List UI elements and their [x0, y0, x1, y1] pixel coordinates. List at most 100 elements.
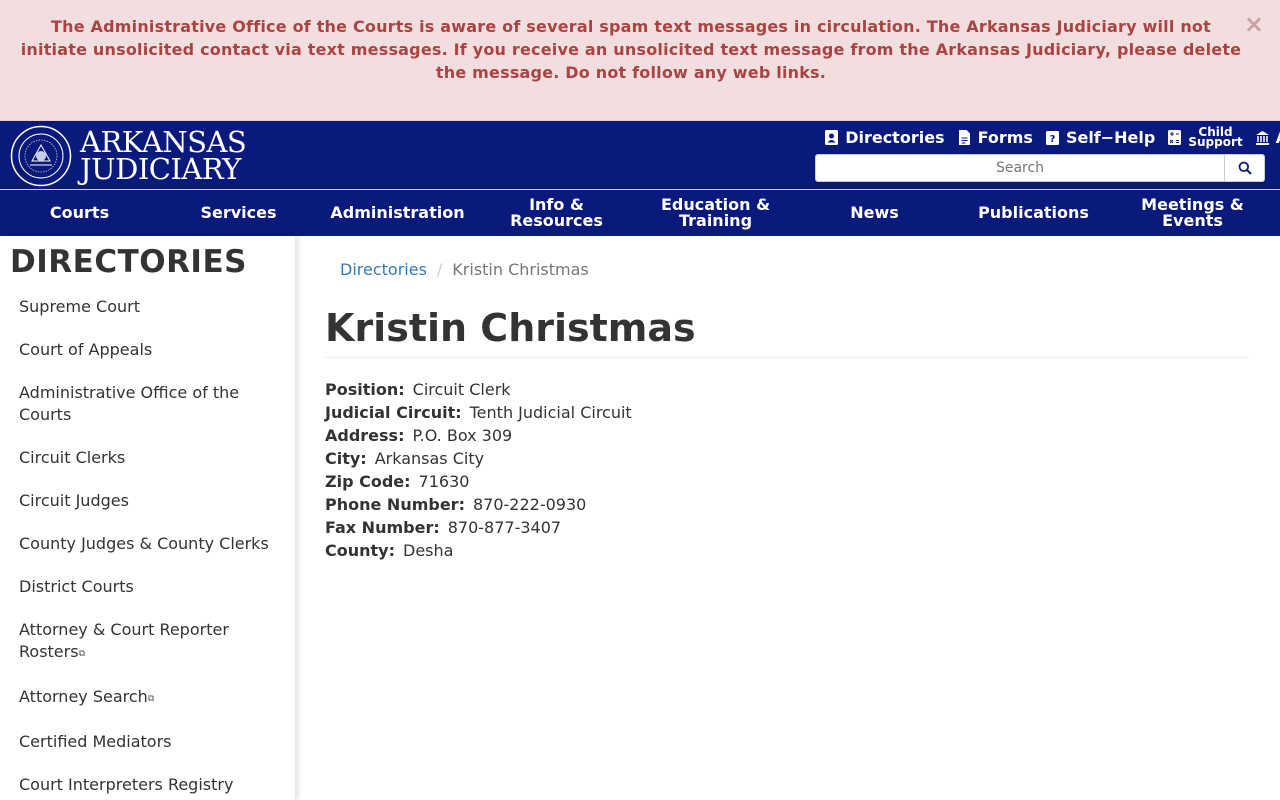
nav-info-resources[interactable]: Info & Resources — [477, 190, 636, 236]
detail-value: P.O. Box 309 — [412, 426, 513, 445]
nav-info-line-2: Resources — [510, 211, 603, 230]
detail-value: Tenth Judicial Circuit — [469, 403, 632, 422]
utility-more-label: A — [1276, 128, 1280, 147]
utility-self-help-link[interactable]: ? Self−Help — [1045, 128, 1155, 147]
detail-city: City: Arkansas City — [325, 447, 632, 470]
nav-services[interactable]: Services — [159, 190, 318, 236]
sidebar-item-certified-mediators[interactable]: Certified Mediators — [19, 731, 279, 753]
sidebar-item-attorney-search[interactable]: Attorney Search⧉ — [19, 686, 279, 710]
detail-value: Desha — [403, 541, 454, 560]
nav-services-label: Services — [200, 203, 277, 222]
utility-directories-link[interactable]: Directories — [824, 127, 945, 147]
nav-news[interactable]: News — [795, 190, 954, 236]
courthouse-icon — [1255, 130, 1269, 145]
sidebar-item-label: Court Interpreters Registry — [19, 775, 234, 794]
sidebar-item-aoc[interactable]: Administrative Office of the Courts — [19, 382, 279, 426]
sidebar-item-label: County Judges & County Clerks — [19, 534, 269, 553]
detail-label: Address: — [325, 426, 405, 445]
detail-value: 870-222-0930 — [472, 495, 587, 514]
nav-administration-label: Administration — [330, 203, 465, 222]
brand-line-2: JUDICIARY — [80, 152, 241, 186]
contact-details: Position: Circuit Clerk Judicial Circuit… — [325, 378, 632, 562]
detail-address: Address: P.O. Box 309 — [325, 424, 632, 447]
search-input[interactable] — [815, 154, 1225, 182]
sidebar-list: Supreme Court Court of Appeals Administr… — [19, 296, 279, 800]
utility-forms-label: Forms — [977, 127, 1033, 147]
court-seal-logo[interactable] — [10, 125, 72, 187]
utility-forms-link[interactable]: Forms — [957, 128, 1033, 147]
main-nav: Courts Services Administration Info & Re… — [0, 190, 1280, 236]
utility-nav: Directories Forms ? Self−Help Child Supp — [824, 125, 1280, 149]
nav-education-training[interactable]: Education & Training — [636, 190, 795, 236]
site-brand[interactable]: ARKANSAS JUDICIARY — [80, 128, 247, 186]
sidebar-item-court-of-appeals[interactable]: Court of Appeals — [19, 339, 279, 361]
nav-education-label: Education & Training — [661, 197, 770, 229]
nav-administration[interactable]: Administration — [318, 190, 477, 236]
external-link-icon: ⧉ — [78, 649, 85, 659]
nav-meetings-label: Meetings & Events — [1141, 197, 1244, 229]
nav-courts-label: Courts — [49, 203, 110, 222]
detail-label: County: — [325, 541, 395, 560]
nav-news-label: News — [850, 203, 899, 222]
utility-child-support-label: Child Support — [1188, 126, 1243, 149]
nav-edu-line-2: Training — [678, 211, 753, 230]
utility-more-link[interactable]: A — [1255, 128, 1280, 147]
sidebar-item-label: Attorney & Court Reporter Rosters — [19, 620, 229, 661]
nav-meet-line-2: Events — [1162, 211, 1223, 230]
sidebar-item-circuit-clerks[interactable]: Circuit Clerks — [19, 447, 279, 469]
question-icon: ? — [1045, 130, 1059, 145]
sidebar-item-court-interpreters[interactable]: Court Interpreters Registry — [19, 774, 279, 796]
detail-zip-code: Zip Code: 71630 — [325, 470, 632, 493]
detail-fax-number: Fax Number: 870-877-3407 — [325, 516, 632, 539]
detail-county: County: Desha — [325, 539, 632, 562]
breadcrumb-directories-link[interactable]: Directories — [340, 260, 427, 280]
detail-value: 71630 — [418, 472, 470, 491]
detail-position: Position: Circuit Clerk — [325, 378, 632, 401]
spam-alert-banner: The Administrative Office of the Courts … — [0, 0, 1280, 121]
search-icon — [1238, 161, 1252, 175]
alert-close-button[interactable]: × — [1244, 12, 1264, 36]
breadcrumb-separator: / — [436, 260, 443, 279]
utility-self-help-label: Self−Help — [1065, 127, 1156, 147]
breadcrumb-current: Kristin Christmas — [452, 260, 589, 279]
sidebar-item-label: Circuit Clerks — [19, 448, 126, 467]
utility-directories-label: Directories — [845, 127, 945, 147]
nav-courts[interactable]: Courts — [0, 190, 159, 236]
nav-meetings-events[interactable]: Meetings & Events — [1113, 190, 1272, 236]
nav-info-resources-label: Info & Resources — [510, 197, 603, 229]
detail-judicial-circuit: Judicial Circuit: Tenth Judicial Circuit — [325, 401, 632, 424]
sidebar-item-supreme-court[interactable]: Supreme Court — [19, 296, 279, 318]
calculator-icon — [1168, 129, 1182, 145]
detail-label: Judicial Circuit: — [325, 403, 462, 422]
alert-message: The Administrative Office of the Courts … — [20, 17, 1242, 82]
sidebar-item-attorney-rosters[interactable]: Attorney & Court Reporter Rosters⧉ — [19, 619, 279, 665]
sidebar-title: DIRECTORIES — [10, 244, 247, 280]
search-bar — [815, 154, 1265, 182]
search-button[interactable] — [1225, 154, 1265, 182]
sidebar-item-label: Supreme Court — [19, 297, 140, 316]
child-support-line-2: Support — [1188, 135, 1243, 149]
sidebar-item-label: Administrative Office of the Courts — [19, 383, 240, 424]
external-link-icon: ⧉ — [147, 694, 155, 704]
detail-label: Position: — [325, 380, 405, 399]
svg-text:?: ? — [1050, 134, 1056, 145]
breadcrumb: Directories / Kristin Christmas — [340, 260, 589, 280]
sidebar-item-district-courts[interactable]: District Courts — [19, 576, 279, 598]
detail-label: Zip Code: — [325, 472, 411, 491]
directories-sidebar: DIRECTORIES Supreme Court Court of Appea… — [0, 236, 295, 800]
detail-label: Fax Number: — [325, 518, 440, 537]
sidebar-item-label: Court of Appeals — [19, 340, 153, 359]
detail-label: City: — [325, 449, 367, 468]
nav-publications-label: Publications — [978, 203, 1089, 222]
sidebar-item-label: District Courts — [19, 577, 134, 596]
nav-publications[interactable]: Publications — [954, 190, 1113, 236]
sidebar-item-label: Certified Mediators — [19, 732, 172, 751]
document-icon — [958, 129, 970, 145]
sidebar-item-circuit-judges[interactable]: Circuit Judges — [19, 490, 279, 512]
contact-card-icon — [825, 129, 839, 145]
detail-value: Circuit Clerk — [412, 380, 511, 399]
title-divider — [325, 357, 1250, 358]
sidebar-item-county-judges-clerks[interactable]: County Judges & County Clerks — [19, 533, 279, 555]
detail-value: Arkansas City — [374, 449, 485, 468]
utility-child-support-link[interactable]: Child Support — [1167, 126, 1243, 149]
